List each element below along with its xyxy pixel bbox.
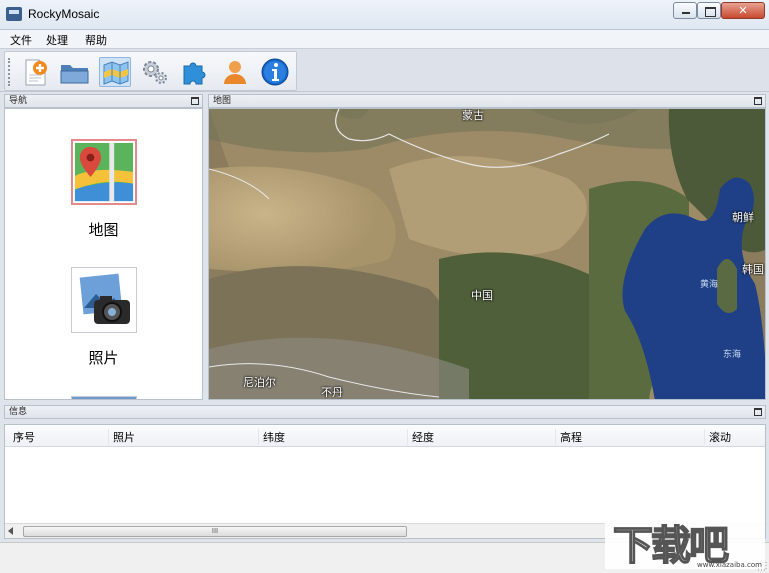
map-button[interactable]	[99, 57, 131, 87]
nav-pane: 地图 照片	[4, 108, 203, 400]
column-header-latitude[interactable]: 纬度	[258, 429, 285, 445]
table-header: 序号 照片 纬度 经度 高程 滚动	[5, 425, 765, 447]
map-pane-title: 地图	[213, 96, 232, 106]
nav-item-map-label: 地图	[88, 221, 119, 239]
settings-button[interactable]	[139, 57, 171, 87]
info-icon	[261, 58, 289, 86]
map-location-icon	[70, 139, 137, 205]
map-label-mongolia: 蒙古	[462, 109, 484, 122]
nav-pane-header: 导航	[4, 94, 203, 108]
map-icon	[103, 61, 129, 85]
maximize-button[interactable]	[697, 2, 721, 19]
menu-bar: 文件 处理 帮助	[0, 30, 769, 48]
map-label-south-korea: 韩国	[742, 263, 764, 276]
window-title: RockyMosaic	[28, 7, 100, 21]
nav-item-next-icon	[70, 396, 137, 399]
nav-item-next[interactable]	[5, 396, 202, 399]
title-bar: RockyMosaic ✕	[0, 0, 769, 30]
user-button[interactable]	[219, 57, 251, 87]
toolbar	[0, 48, 769, 92]
satellite-map-image	[209, 109, 765, 399]
watermark: 下载吧 www.xiazaiba.com	[605, 509, 765, 570]
info-button[interactable]	[259, 57, 291, 87]
open-folder-icon	[60, 65, 89, 84]
close-button[interactable]: ✕	[721, 2, 765, 19]
nav-pane-title: 导航	[9, 96, 28, 106]
map-view[interactable]: 蒙古 朝鲜 韩国 黄海 东海 中国 尼泊尔 不丹	[208, 108, 766, 400]
menu-file[interactable]: 文件	[10, 32, 32, 48]
map-label-bhutan: 不丹	[321, 386, 343, 399]
toolbar-grip[interactable]	[8, 58, 11, 86]
info-pane-title: 信息	[9, 407, 28, 417]
map-label-nepal: 尼泊尔	[243, 376, 276, 389]
column-header-longitude[interactable]: 经度	[407, 429, 434, 445]
info-pane-header: 信息	[4, 405, 766, 419]
plugin-button[interactable]	[179, 57, 211, 87]
user-icon	[224, 61, 246, 84]
app-icon	[6, 7, 22, 21]
toolbar-panel	[4, 51, 297, 91]
menu-process[interactable]: 处理	[46, 32, 68, 48]
column-header-index[interactable]: 序号	[9, 429, 35, 445]
map-pane-maximize-icon[interactable]	[754, 97, 762, 105]
column-header-elevation[interactable]: 高程	[555, 429, 582, 445]
minimize-button[interactable]	[673, 2, 697, 19]
photo-camera-icon	[70, 267, 137, 333]
watermark-domain: www.xiazaiba.com	[697, 561, 762, 569]
map-pane-header: 地图	[208, 94, 766, 108]
nav-item-photo-label: 照片	[88, 349, 119, 367]
new-project-icon	[25, 59, 47, 86]
map-label-east-sea: 东海	[723, 350, 742, 360]
scroll-left-arrow-icon[interactable]	[8, 527, 13, 535]
map-label-yellow-sea: 黄海	[700, 280, 719, 290]
settings-gears-icon	[143, 61, 167, 84]
nav-item-map[interactable]: 地图	[5, 139, 202, 240]
info-pane-maximize-icon[interactable]	[754, 408, 762, 416]
map-label-china: 中国	[471, 289, 493, 302]
column-header-roll[interactable]: 滚动	[704, 429, 731, 445]
open-folder-button[interactable]	[59, 57, 91, 87]
plugin-puzzle-icon	[183, 62, 206, 85]
menu-help[interactable]: 帮助	[85, 32, 107, 48]
new-project-button[interactable]	[19, 57, 51, 87]
column-header-photo[interactable]: 照片	[108, 429, 135, 445]
nav-item-photo[interactable]: 照片	[5, 267, 202, 368]
nav-pane-maximize-icon[interactable]	[191, 97, 199, 105]
scrollbar-thumb[interactable]: III	[23, 526, 407, 537]
map-label-north-korea: 朝鲜	[732, 211, 754, 224]
